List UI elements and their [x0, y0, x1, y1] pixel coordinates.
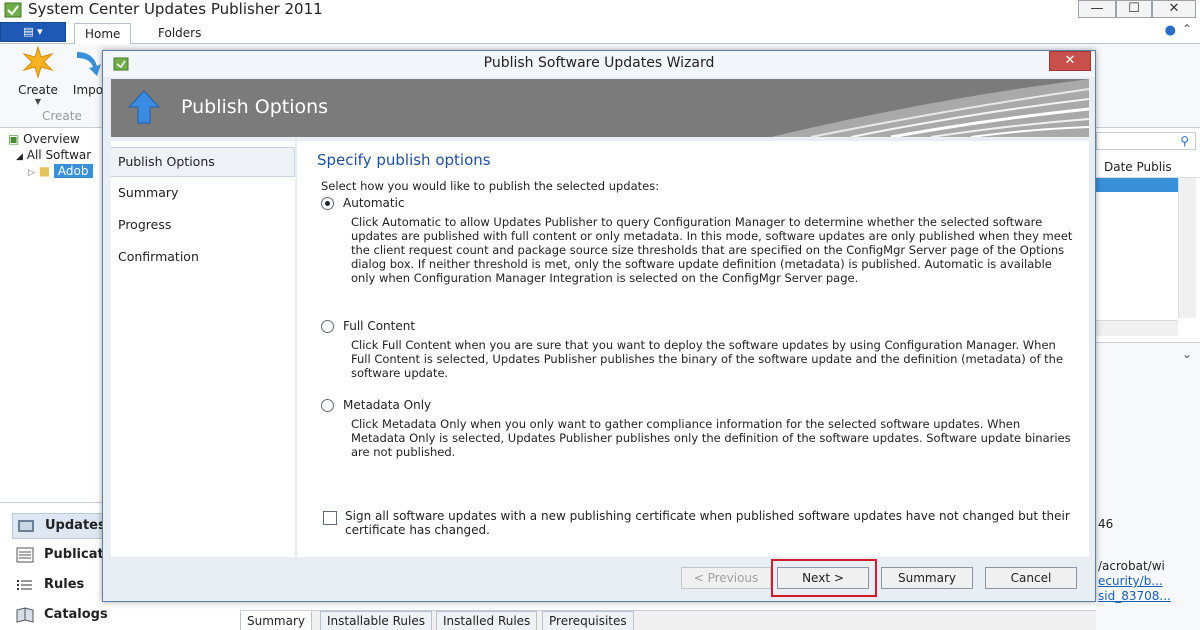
sign-updates-checkbox[interactable]: [323, 511, 337, 525]
search-icon: ⚲: [1180, 134, 1189, 148]
radio-button[interactable]: [321, 197, 334, 210]
search-input[interactable]: ⚲: [1096, 132, 1196, 150]
publications-icon: [16, 547, 34, 563]
wizard-header-banner: Publish Options: [111, 79, 1089, 137]
workspace-catalogs[interactable]: Catalogs: [12, 603, 240, 629]
tab-prerequisites[interactable]: Prerequisites: [542, 611, 634, 630]
tab-folders[interactable]: Folders: [148, 23, 211, 44]
tree-item-label: All Softwar: [26, 148, 92, 162]
previous-button[interactable]: < Previous: [681, 567, 771, 589]
publish-wizard-dialog: Publish Software Updates Wizard ✕ Publis…: [102, 50, 1096, 602]
detail-value: 46: [1098, 517, 1114, 531]
update-list-panel: ⚲ Date Publis ⌄ 46 /acrobat/wi ecurity/b…: [1096, 128, 1200, 630]
radio-label: Automatic: [343, 196, 405, 210]
table-row[interactable]: [1096, 178, 1178, 192]
tab-summary[interactable]: Summary: [240, 611, 312, 630]
catalogs-icon: [16, 607, 34, 623]
tree-item-overview[interactable]: ▣ Overview: [8, 132, 80, 146]
create-button[interactable]: Create ▼: [12, 45, 64, 106]
radio-button[interactable]: [321, 399, 334, 412]
wizard-content: Specify publish options Select how you w…: [297, 141, 1089, 557]
detail-link[interactable]: sid_83708...: [1098, 589, 1171, 603]
detail-link[interactable]: ecurity/b...: [1098, 574, 1163, 588]
radio-label: Full Content: [343, 319, 416, 333]
wizard-title: Publish Software Updates Wizard: [483, 55, 715, 71]
minimize-button[interactable]: —: [1078, 0, 1116, 18]
maximize-button[interactable]: ☐: [1116, 0, 1152, 18]
app-icon: [4, 2, 22, 18]
summary-button[interactable]: Summary: [881, 567, 973, 589]
create-label: Create: [18, 83, 58, 97]
workspace-label: Updates: [45, 518, 106, 533]
option-description: Click Metadata Only when you only want t…: [351, 417, 1071, 459]
tree-item-label: Adob: [53, 164, 93, 178]
close-button[interactable]: ✕: [1152, 0, 1196, 18]
next-button-highlight: [771, 559, 877, 597]
wizard-close-button[interactable]: ✕: [1049, 51, 1091, 71]
chevron-up-icon[interactable]: ⌃: [1182, 22, 1192, 36]
help-icon[interactable]: ●: [1165, 23, 1176, 38]
step-summary[interactable]: Summary: [111, 179, 295, 209]
ribbon-tab-bar: ▤ ▾ Home Folders ⌃ ●: [0, 20, 1200, 44]
wizard-step-list: Publish Options Summary Progress Confirm…: [111, 141, 295, 557]
close-icon: ✕: [1064, 53, 1076, 68]
collapsed-triangle-icon: ▷: [28, 168, 35, 178]
detail-value: /acrobat/wi: [1098, 559, 1165, 573]
import-arrow-icon: [77, 52, 101, 76]
chevron-down-icon[interactable]: ⌄: [1182, 347, 1192, 361]
workspace-label: Catalogs: [44, 607, 108, 622]
wizard-page-title: Publish Options: [181, 96, 329, 118]
tree-item-all-software[interactable]: ◢ All Softwar: [16, 148, 91, 162]
tree-item-adobe[interactable]: ▷ ■ Adob: [28, 164, 93, 178]
radio-button[interactable]: [321, 320, 334, 333]
step-publish-options[interactable]: Publish Options: [111, 147, 295, 177]
overview-icon: ▣: [8, 132, 20, 146]
starburst-icon: [22, 45, 54, 79]
detail-pane: ⌄ 46 /acrobat/wi ecurity/b... sid_83708.…: [1096, 342, 1200, 630]
option-description: Click Full Content when you are sure tha…: [351, 338, 1064, 380]
rules-icon: [17, 580, 32, 590]
radio-label: Metadata Only: [343, 398, 432, 412]
file-menu-button[interactable]: ▤ ▾: [0, 22, 66, 42]
tab-installed-rules[interactable]: Installed Rules: [436, 611, 538, 630]
tab-installable-rules[interactable]: Installable Rules: [320, 611, 432, 630]
column-header-date-published[interactable]: Date Publis: [1096, 156, 1200, 178]
option-description: Click Automatic to allow Updates Publish…: [351, 215, 1073, 285]
workspace-label: Publicat: [44, 547, 104, 562]
cancel-button[interactable]: Cancel: [985, 567, 1077, 589]
app-title: System Center Updates Publisher 2011: [28, 0, 323, 18]
dropdown-arrow-icon: ▼: [34, 97, 42, 106]
content-instruction: Select how you would like to publish the…: [321, 179, 660, 193]
wizard-titlebar: Publish Software Updates Wizard ✕: [103, 51, 1095, 77]
horizontal-scrollbar[interactable]: [1096, 320, 1178, 336]
tree-item-label: Overview: [23, 132, 80, 146]
vertical-scrollbar[interactable]: [1178, 178, 1196, 318]
ribbon-group-label: Create: [42, 109, 82, 123]
updates-icon: [18, 520, 34, 532]
content-heading: Specify publish options: [317, 151, 491, 169]
step-confirmation[interactable]: Confirmation: [111, 243, 295, 273]
sign-updates-label: Sign all software updates with a new pub…: [345, 509, 1070, 537]
up-arrow-icon: [127, 90, 161, 124]
app-titlebar: System Center Updates Publisher 2011 — ☐…: [0, 0, 1200, 20]
folder-icon: ■: [38, 164, 51, 178]
step-progress[interactable]: Progress: [111, 211, 295, 241]
file-menu-icon: ▤ ▾: [23, 25, 43, 38]
expanded-triangle-icon: ◢: [16, 152, 23, 162]
tab-home[interactable]: Home: [74, 23, 132, 44]
workspace-label: Rules: [44, 577, 85, 592]
detail-tab-bar: Summary Installable Rules Installed Rule…: [240, 610, 1096, 630]
